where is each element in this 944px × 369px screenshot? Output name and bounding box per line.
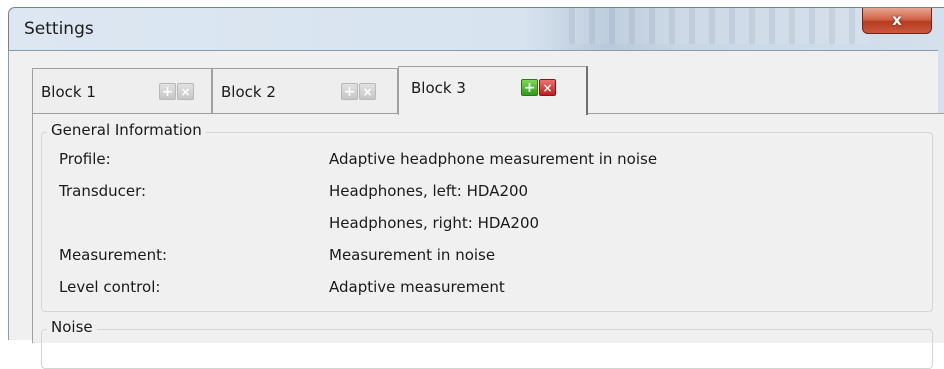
noise-title: Noise [47,318,97,336]
tab-content-panel: General Information Profile: Adaptive he… [32,113,944,369]
tab-block-3[interactable]: Block 3 + × [398,66,588,115]
remove-block-button[interactable]: × [539,79,556,96]
x-icon: × [542,80,553,95]
tab-label: Block 3 [411,79,466,97]
level-control-label: Level control: [59,278,161,296]
remove-block-button: × [359,83,376,100]
close-button[interactable]: x [862,8,932,34]
plus-icon: + [343,83,356,100]
tab-label: Block 1 [41,83,96,101]
measurement-label: Measurement: [59,246,168,264]
add-block-button: + [341,83,358,100]
plus-icon: + [161,83,174,100]
window-title: Settings [24,19,94,39]
add-block-button: + [159,83,176,100]
close-icon: x [892,11,902,29]
noise-group [41,329,933,369]
general-information-title: General Information [47,121,206,139]
transducer-label: Transducer: [59,182,147,200]
profile-value: Adaptive headphone measurement in noise [329,150,658,168]
add-block-button[interactable]: + [521,79,538,96]
tab-label: Block 2 [221,83,276,101]
x-icon: × [180,84,191,99]
tab-block-1[interactable]: Block 1 + × [32,68,212,114]
transducer-left-value: Headphones, left: HDA200 [329,182,529,200]
level-control-value: Adaptive measurement [329,278,505,296]
plus-icon: + [523,79,536,96]
x-icon: × [362,84,373,99]
tab-block-2[interactable]: Block 2 + × [212,68,398,114]
transducer-right-value: Headphones, right: HDA200 [329,214,540,232]
remove-block-button: × [177,83,194,100]
profile-label: Profile: [59,150,111,168]
measurement-value: Measurement in noise [329,246,496,264]
